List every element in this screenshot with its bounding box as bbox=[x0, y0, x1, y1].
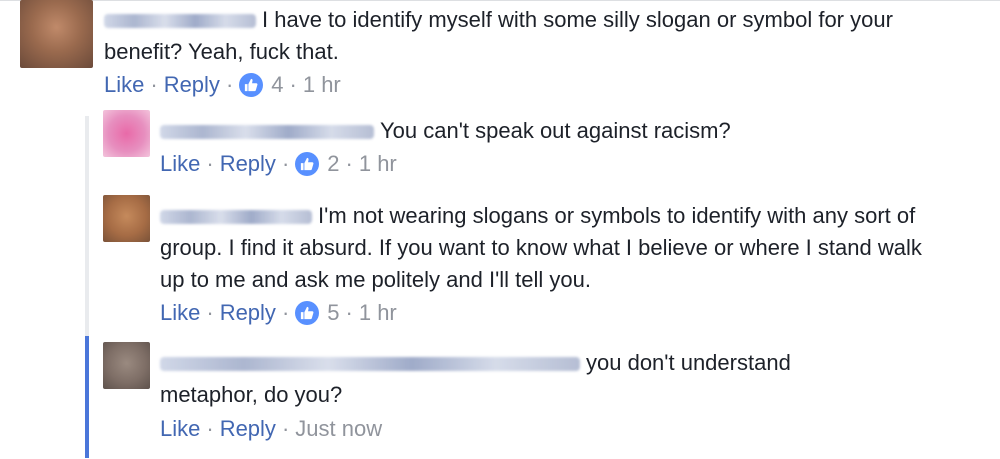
separator: · bbox=[206, 416, 214, 441]
comment-actions: Like · Reply · Just now bbox=[160, 416, 382, 442]
separator: · bbox=[206, 300, 214, 325]
separator: · bbox=[281, 151, 290, 176]
comment-body: You can't speak out against racism? bbox=[160, 115, 940, 147]
separator: · bbox=[345, 300, 353, 325]
comment-actions: Like · Reply · 2 · 1 hr bbox=[160, 151, 397, 177]
separator: · bbox=[225, 72, 234, 97]
separator: · bbox=[281, 300, 290, 325]
top-divider bbox=[0, 0, 1000, 1]
reaction-count[interactable]: 4 bbox=[271, 72, 283, 98]
thumbs-up-icon[interactable] bbox=[295, 301, 320, 325]
thumbs-up-icon[interactable] bbox=[295, 152, 320, 176]
commenter-name[interactable] bbox=[160, 125, 374, 140]
separator: · bbox=[150, 72, 158, 97]
reply-link[interactable]: Reply bbox=[164, 72, 220, 98]
commenter-name[interactable] bbox=[104, 14, 256, 29]
like-link[interactable]: Like bbox=[160, 416, 200, 442]
reply-thread-line bbox=[85, 116, 89, 336]
timestamp[interactable]: Just now bbox=[295, 416, 382, 442]
avatar[interactable] bbox=[103, 342, 150, 389]
separator: · bbox=[345, 151, 353, 176]
comment-body: you don't understand metaphor, do you? bbox=[160, 347, 860, 411]
reaction-count[interactable]: 2 bbox=[327, 151, 339, 177]
avatar[interactable] bbox=[20, 0, 93, 68]
comment-text: You can't speak out against racism? bbox=[380, 118, 731, 143]
comment-actions: Like · Reply · 5 · 1 hr bbox=[160, 300, 397, 326]
timestamp[interactable]: 1 hr bbox=[359, 300, 397, 326]
like-link[interactable]: Like bbox=[104, 72, 144, 98]
commenter-name[interactable] bbox=[160, 210, 312, 225]
separator: · bbox=[206, 151, 214, 176]
comment-body: I have to identify myself with some sill… bbox=[104, 4, 944, 68]
thumbs-up-icon[interactable] bbox=[239, 73, 264, 97]
avatar[interactable] bbox=[103, 110, 150, 157]
timestamp[interactable]: 1 hr bbox=[359, 151, 397, 177]
comment-actions: Like · Reply · 4 · 1 hr bbox=[104, 72, 341, 98]
like-link[interactable]: Like bbox=[160, 151, 200, 177]
reply-link[interactable]: Reply bbox=[220, 416, 276, 442]
timestamp[interactable]: 1 hr bbox=[303, 72, 341, 98]
like-link[interactable]: Like bbox=[160, 300, 200, 326]
active-reply-indicator bbox=[85, 336, 89, 458]
reply-link[interactable]: Reply bbox=[220, 300, 276, 326]
comment-body: I'm not wearing slogans or symbols to id… bbox=[160, 200, 940, 296]
reply-link[interactable]: Reply bbox=[220, 151, 276, 177]
reaction-count[interactable]: 5 bbox=[327, 300, 339, 326]
avatar[interactable] bbox=[103, 195, 150, 242]
separator: · bbox=[281, 416, 290, 441]
commenter-name[interactable] bbox=[160, 357, 580, 372]
separator: · bbox=[289, 72, 297, 97]
